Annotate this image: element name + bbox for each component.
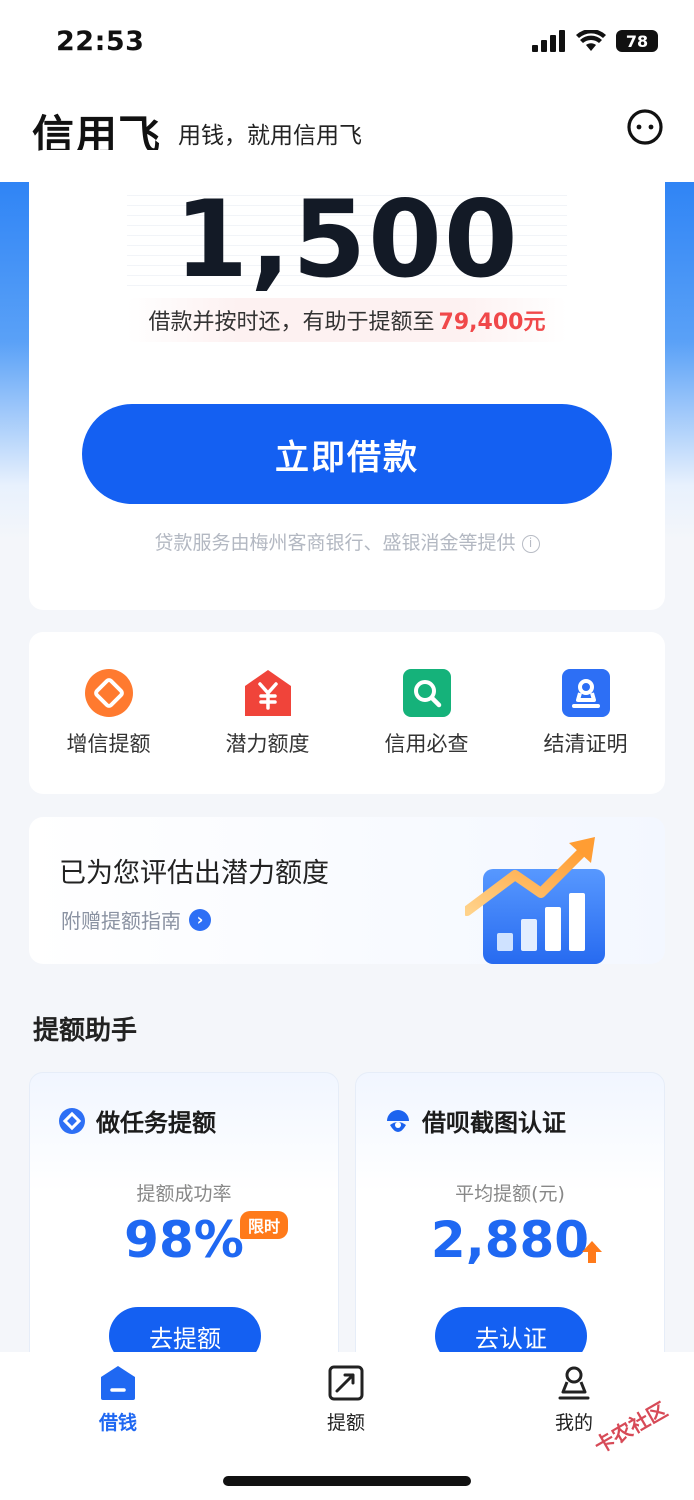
status-time: 22:53: [56, 26, 145, 57]
potential-limit-promo[interactable]: 已为您评估出潜力额度 附赠提额指南 ›: [29, 817, 665, 964]
diamond-badge-icon: [84, 669, 133, 717]
tab-label: 借钱: [98, 1412, 137, 1434]
magnifier-icon: [402, 669, 451, 717]
quick-label: 信用必查: [384, 732, 469, 756]
provider-note-text: 贷款服务由梅州客商银行、盛银消金等提供: [154, 532, 516, 554]
available-amount: 1,500: [174, 178, 520, 301]
loan-card: 1,500 借款并按时还，有助于提额至 79,400元 立即借款 贷款服务由梅州…: [29, 150, 665, 610]
growth-chart-icon: [465, 837, 605, 964]
section-title: 提额助手: [33, 1016, 138, 1046]
limit-increase-hint: 借款并按时还，有助于提额至 79,400元: [127, 298, 567, 342]
status-bar: 22:53 78: [0, 0, 694, 90]
task-title: 借呗截图认证: [422, 1109, 566, 1137]
diamond-icon: [59, 1107, 85, 1134]
quick-label: 结清证明: [543, 732, 628, 756]
quick-item-potential-limit[interactable]: 潜力额度: [188, 632, 347, 794]
brand-slogan: 用钱，就用信用飞: [178, 123, 362, 149]
quick-item-settlement-proof[interactable]: 结清证明: [506, 632, 665, 794]
hint-amount: 79,400元: [438, 310, 546, 335]
arrow-right-icon: ›: [189, 908, 211, 931]
task-head: 借呗截图认证: [384, 1103, 566, 1138]
task-title: 做任务提额: [96, 1109, 216, 1137]
battery-icon: 78: [616, 30, 658, 52]
quick-menu: 增信提额 潜力额度 信用必查 结清证明: [29, 632, 665, 794]
stamp-icon: [561, 669, 610, 717]
limited-time-badge: 限时: [240, 1211, 289, 1239]
arrow-up-icon: [582, 1241, 602, 1263]
promo-guide-link[interactable]: 附赠提额指南 ›: [61, 905, 211, 934]
status-icons: 78: [532, 30, 658, 52]
home-wallet-icon: [101, 1366, 135, 1400]
quick-label: 增信提额: [66, 732, 151, 756]
task-head: 做任务提额: [58, 1103, 216, 1138]
wifi-icon: [576, 30, 606, 51]
yuan-house-icon: [244, 670, 291, 716]
quick-item-credit-boost[interactable]: 增信提额: [29, 632, 188, 794]
task-metric-value: 98%: [124, 1211, 244, 1269]
hint-text: 借款并按时还，有助于提额至: [148, 310, 435, 335]
task-metric-label: 提额成功率: [136, 1183, 232, 1205]
task-metric-label: 平均提额(元): [455, 1183, 565, 1205]
task-card-boost[interactable]: 做任务提额 提额成功率 98% 限时 去提额: [29, 1072, 339, 1372]
quick-item-credit-check[interactable]: 信用必查: [347, 632, 506, 794]
borrow-now-button[interactable]: 立即借款: [82, 404, 612, 504]
task-card-screenshot-auth[interactable]: 借呗截图认证 平均提额(元) 2,880 去认证: [355, 1072, 665, 1372]
shield-cloud-icon: [387, 1109, 409, 1132]
promo-title: 已为您评估出潜力额度: [59, 858, 329, 889]
customer-service-icon[interactable]: [626, 108, 664, 146]
tab-raise-limit[interactable]: 提额: [286, 1364, 406, 1435]
home-indicator[interactable]: [223, 1476, 471, 1486]
promo-subtitle: 附赠提额指南: [61, 909, 181, 933]
task-metric-value: 2,880: [430, 1211, 590, 1269]
provider-note: 贷款服务由梅州客商银行、盛银消金等提供 i: [29, 528, 665, 555]
tab-label: 提额: [326, 1412, 365, 1434]
user-icon: [558, 1366, 590, 1400]
info-icon[interactable]: i: [521, 534, 540, 553]
quick-label: 潜力额度: [225, 732, 310, 756]
signal-icon: [532, 30, 565, 52]
tab-borrow[interactable]: 借钱: [58, 1364, 178, 1435]
trend-card-icon: [328, 1365, 364, 1401]
